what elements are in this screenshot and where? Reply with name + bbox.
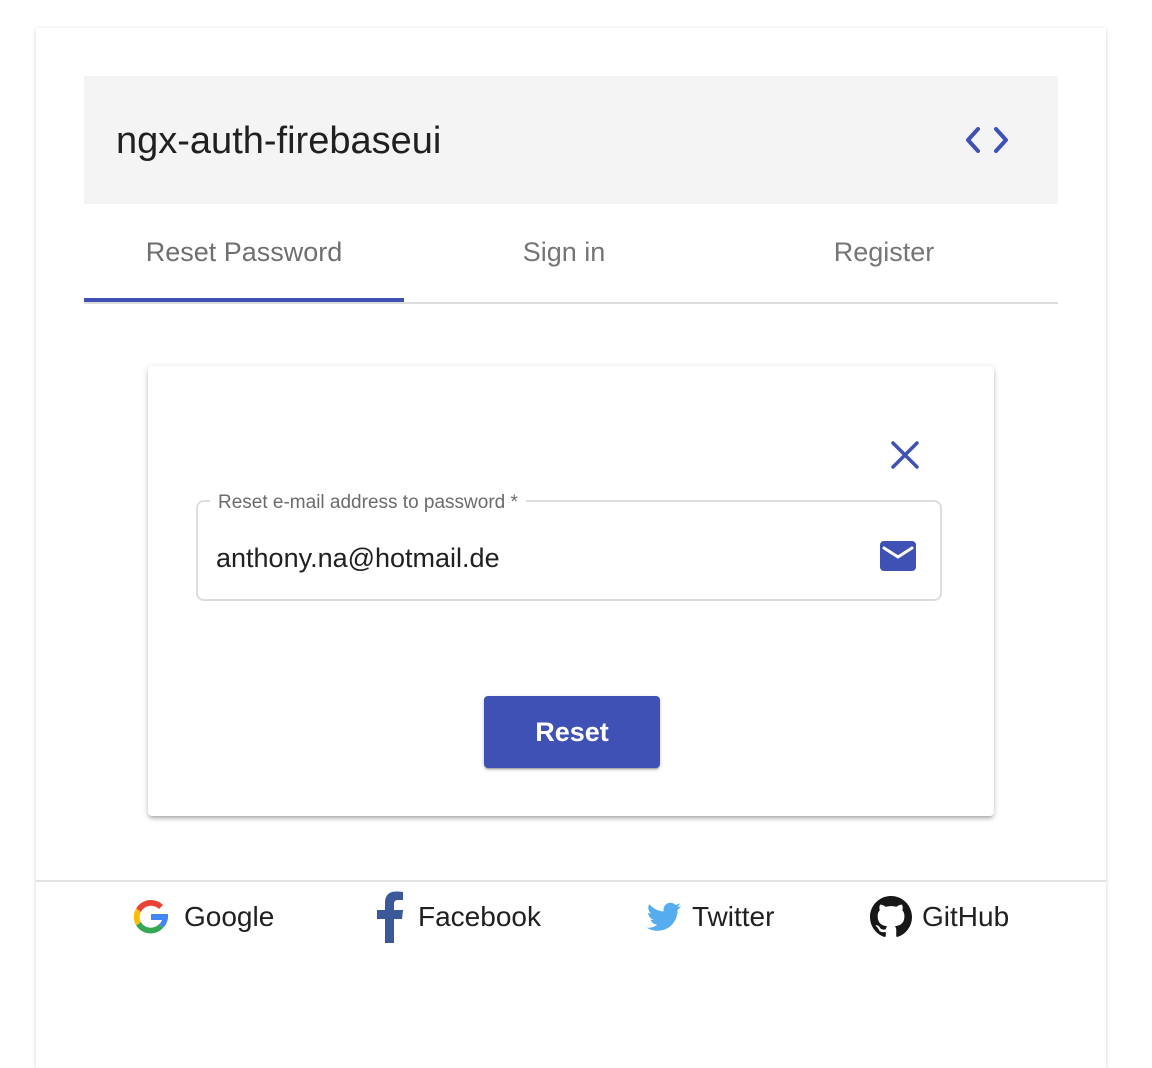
- reset-password-card: Reset e-mail address to password * Reset: [148, 366, 994, 816]
- github-label: GitHub: [922, 901, 1010, 932]
- tab-register[interactable]: Register: [724, 204, 1044, 300]
- code-button[interactable]: [962, 118, 1014, 162]
- auth-tabs: Reset Password Sign in Register: [84, 204, 1058, 304]
- close-button[interactable]: [884, 434, 926, 476]
- google-sign-in-button[interactable]: Google: [128, 894, 274, 940]
- twitter-icon: [646, 902, 682, 932]
- tab-label: Reset Password: [145, 236, 343, 267]
- tab-sign-in[interactable]: Sign in: [404, 204, 724, 300]
- toolbar: ngx-auth-firebaseui: [84, 76, 1058, 204]
- social-providers: Google Facebook Twitter GitHub: [36, 882, 1106, 952]
- app-title: ngx-auth-firebaseui: [116, 120, 442, 162]
- twitter-label: Twitter: [692, 901, 775, 932]
- github-icon: [870, 896, 912, 938]
- email-field-label: Reset e-mail address to password *: [210, 490, 526, 516]
- code-brackets-icon: [966, 127, 1008, 153]
- facebook-sign-in-button[interactable]: Facebook: [372, 891, 541, 943]
- twitter-sign-in-button[interactable]: Twitter: [646, 894, 774, 940]
- close-icon: [891, 441, 919, 469]
- mail-icon: [880, 541, 916, 571]
- active-tab-indicator: [84, 298, 404, 302]
- facebook-label: Facebook: [418, 901, 541, 932]
- facebook-icon: [372, 891, 408, 943]
- tab-label: Register: [833, 236, 935, 267]
- google-label: Google: [184, 901, 275, 932]
- email-field[interactable]: [216, 538, 856, 578]
- google-icon: [128, 894, 174, 940]
- tab-label: Sign in: [522, 236, 606, 267]
- github-sign-in-button[interactable]: GitHub: [870, 894, 1009, 940]
- reset-button[interactable]: Reset: [484, 696, 660, 768]
- tab-reset-password[interactable]: Reset Password: [84, 204, 404, 302]
